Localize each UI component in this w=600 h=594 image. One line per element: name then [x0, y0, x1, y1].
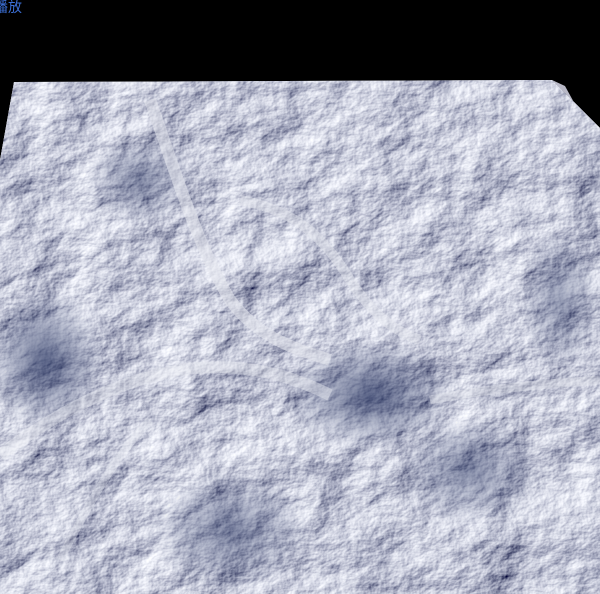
terrain-3d-viewport[interactable] — [0, 0, 600, 594]
terrain-canvas[interactable] — [0, 0, 600, 594]
terrain-surface — [0, 80, 600, 594]
